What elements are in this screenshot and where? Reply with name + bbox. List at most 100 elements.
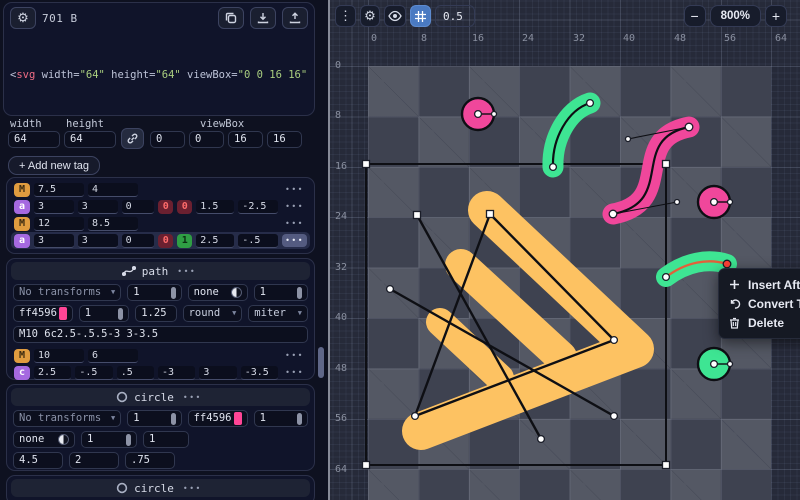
arc-flag[interactable]: 1 [177, 234, 192, 248]
command-row[interactable]: M 12 8.5 [11, 215, 310, 232]
command-badge[interactable]: M [14, 349, 30, 363]
more-options-button[interactable]: ⋮ [335, 5, 356, 27]
arc-flag[interactable]: 0 [177, 200, 192, 214]
command-arg[interactable]: 12 [34, 217, 84, 231]
viewbox-y-input[interactable]: 0 [189, 131, 224, 148]
command-arg[interactable]: 7.5 [34, 183, 84, 197]
upload-button[interactable] [282, 7, 308, 29]
command-row[interactable]: c 2.5 -.5 .5 -3 3 -3.5 [11, 364, 310, 381]
command-badge[interactable]: c [14, 366, 30, 380]
circle-section-header[interactable]: circle [11, 388, 310, 406]
zoom-out-button[interactable]: − [684, 5, 706, 27]
stroke-width-input[interactable]: 1.25 [135, 305, 176, 322]
canvas-settings-button[interactable]: ⚙ [360, 5, 380, 27]
slider-knob[interactable] [297, 413, 302, 425]
section-menu-button[interactable] [180, 391, 205, 404]
fill-opacity-input[interactable]: 1 [254, 284, 308, 301]
menu-item-delete[interactable]: Delete [728, 313, 800, 332]
path-section-header[interactable]: path [11, 262, 310, 280]
command-arg[interactable]: -.5 [75, 366, 112, 380]
command-arg[interactable]: 1.5 [196, 200, 234, 214]
color-swatch[interactable] [234, 412, 242, 425]
command-arg[interactable]: -3.5 [241, 366, 278, 380]
transforms-select[interactable]: No transforms▼ [13, 284, 121, 301]
green-comma-path[interactable] [553, 103, 590, 167]
opacity-input[interactable]: 1 [127, 284, 181, 301]
fill-color-input[interactable]: ff4596 [188, 410, 248, 427]
settings-button[interactable]: ⚙ [10, 7, 36, 29]
selected-point-handle[interactable] [723, 260, 731, 268]
grid-size-input[interactable]: 0.5 [435, 5, 475, 27]
section-menu-button[interactable] [180, 482, 205, 495]
stroke-opacity-input[interactable]: 1 [79, 305, 130, 322]
color-swatch[interactable] [59, 307, 67, 320]
command-badge[interactable]: a [14, 234, 30, 248]
add-new-tag-button[interactable]: + Add new tag [8, 156, 100, 175]
stroke-opacity-input[interactable]: 1 [81, 431, 137, 448]
row-menu-button[interactable] [282, 234, 307, 247]
stroke-color-input[interactable]: ff4596 [13, 305, 73, 322]
snap-grid-button[interactable] [410, 5, 431, 27]
panel-scrollbar[interactable] [318, 347, 324, 378]
viewbox-x-input[interactable]: 0 [150, 131, 185, 148]
command-arg[interactable]: 8.5 [88, 217, 138, 231]
command-arg[interactable]: 0 [122, 234, 155, 248]
slider-knob[interactable] [297, 287, 302, 299]
command-row[interactable]: M 7.5 4 [11, 181, 310, 198]
stroke-input[interactable]: none [13, 431, 75, 448]
command-arg[interactable]: -2.5 [238, 200, 278, 214]
command-arg[interactable]: 3 [199, 366, 236, 380]
command-row[interactable]: a 3 3 0 0 0 1.5 -2.5 [11, 198, 310, 215]
width-input[interactable]: 64 [8, 131, 60, 148]
opacity-input[interactable]: 1 [127, 410, 181, 427]
r-input[interactable]: .75 [125, 452, 175, 469]
cy-input[interactable]: 2 [69, 452, 119, 469]
transforms-select[interactable]: No transforms▼ [13, 410, 121, 427]
download-button[interactable] [250, 7, 276, 29]
row-menu-button[interactable] [282, 217, 307, 230]
command-arg[interactable]: 2.5 [34, 366, 71, 380]
command-badge[interactable]: M [14, 217, 30, 231]
preview-button[interactable] [384, 5, 406, 27]
viewbox-w-input[interactable]: 16 [228, 131, 263, 148]
slider-knob[interactable] [171, 287, 176, 299]
zoom-in-button[interactable]: + [765, 5, 787, 27]
command-arg[interactable]: 0 [122, 200, 155, 214]
command-badge[interactable]: M [14, 183, 30, 197]
fill-input[interactable]: none [188, 284, 248, 301]
circle-section-header[interactable]: circle [11, 479, 310, 497]
command-arg[interactable]: 3 [34, 234, 74, 248]
command-arg[interactable]: 2.5 [196, 234, 234, 248]
row-menu-button[interactable] [282, 183, 307, 196]
command-arg[interactable]: 6 [88, 349, 138, 363]
zoom-level[interactable]: 800% [710, 5, 761, 27]
command-arg[interactable]: -3 [158, 366, 195, 380]
command-row-selected[interactable]: a 3 3 0 0 1 2.5 -.5 [11, 232, 310, 249]
row-menu-button[interactable] [282, 349, 307, 362]
command-arg[interactable]: 3 [78, 234, 118, 248]
command-arg[interactable]: .5 [117, 366, 154, 380]
arc-flag[interactable]: 0 [158, 200, 173, 214]
command-row[interactable]: M 10 6 [11, 347, 310, 364]
cx-input[interactable]: 4.5 [13, 452, 63, 469]
linecap-select[interactable]: round▼ [183, 305, 243, 322]
linejoin-select[interactable]: miter▼ [248, 305, 308, 322]
menu-item-convert-to[interactable]: Convert To [728, 294, 800, 313]
arc-flag[interactable]: 0 [158, 234, 173, 248]
copy-button[interactable] [218, 7, 244, 29]
slider-knob[interactable] [118, 308, 123, 320]
command-arg[interactable]: 3 [78, 200, 118, 214]
command-arg[interactable]: 3 [34, 200, 74, 214]
command-arg[interactable]: 4 [88, 183, 138, 197]
slider-knob[interactable] [171, 413, 176, 425]
height-input[interactable]: 64 [64, 131, 116, 148]
slider-knob[interactable] [126, 434, 131, 446]
section-menu-button[interactable] [174, 265, 199, 278]
command-arg[interactable]: -.5 [238, 234, 278, 248]
command-arg[interactable]: 10 [34, 349, 84, 363]
stroke-width-input[interactable]: 1 [143, 431, 189, 448]
svg-canvas[interactable]: 0 8 16 24 32 40 48 56 64 0 8 16 24 32 40… [330, 0, 800, 500]
row-menu-button[interactable] [282, 366, 307, 379]
viewbox-h-input[interactable]: 16 [267, 131, 302, 148]
yellow-triangle-logo-path[interactable] [421, 210, 635, 431]
